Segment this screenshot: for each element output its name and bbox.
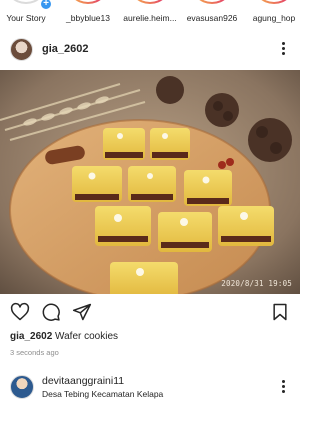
wafer-cookies-photo <box>0 70 300 294</box>
next-post-header: devitaanggraini11 Desa Tebing Kecamatan … <box>0 372 300 402</box>
story-label: _bbyblue13 <box>66 13 110 23</box>
avatar[interactable] <box>10 38 33 61</box>
post-actions <box>0 300 300 324</box>
story-item[interactable]: evasusan926 <box>182 0 242 30</box>
post-caption: gia_2602 Wafer cookies <box>10 331 118 342</box>
story-item[interactable]: agung_hop <box>244 0 300 30</box>
story-your-story[interactable]: + Your Story <box>0 0 56 30</box>
story-ring <box>128 0 172 4</box>
stories-tray: + Your Story _bbyblue13 aurelie.heim... … <box>0 0 300 30</box>
story-item[interactable]: aurelie.heim... <box>120 0 180 30</box>
story-ring <box>190 0 234 4</box>
next-post-username[interactable]: devitaanggraini11 <box>42 375 124 387</box>
story-ring <box>252 0 296 4</box>
image-timestamp: 2020/8/31 19:05 <box>221 279 292 288</box>
add-story-icon[interactable]: + <box>40 0 52 10</box>
story-label: evasusan926 <box>186 13 238 23</box>
more-vertical-icon[interactable] <box>280 380 286 396</box>
caption-username[interactable]: gia_2602 <box>10 331 52 342</box>
comment-icon[interactable] <box>41 302 61 322</box>
more-vertical-icon[interactable] <box>280 42 286 58</box>
avatar[interactable] <box>10 375 34 399</box>
post-header: gia_2602 <box>0 36 300 64</box>
post-username[interactable]: gia_2602 <box>42 43 88 55</box>
story-label: Your Story <box>6 13 46 23</box>
caption-text: Wafer cookies <box>55 331 119 342</box>
story-item[interactable]: _bbyblue13 <box>58 0 118 30</box>
heart-icon[interactable] <box>10 302 30 322</box>
post-image[interactable]: 2020/8/31 19:05 <box>0 70 300 294</box>
story-ring <box>66 0 110 4</box>
bookmark-icon[interactable] <box>270 302 290 322</box>
next-post-location[interactable]: Desa Tebing Kecamatan Kelapa <box>42 389 163 399</box>
post-time: 3 seconds ago <box>10 348 59 357</box>
story-label: aurelie.heim... <box>123 13 177 23</box>
send-icon[interactable] <box>72 302 92 322</box>
story-label: agung_hop <box>252 13 296 23</box>
